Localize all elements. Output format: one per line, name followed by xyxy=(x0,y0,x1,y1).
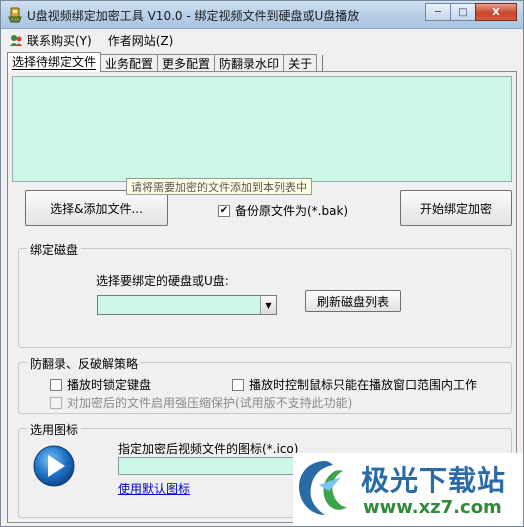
backup-label: 备份原文件为(*.bak) xyxy=(235,204,349,218)
title-bar[interactable]: U盘视频绑定加密工具 V10.0 - 绑定视频文件到硬盘或U盘播放 ─ □ X xyxy=(1,1,523,29)
tab-more-config-label: 更多配置 xyxy=(162,57,211,71)
compress-protect-checkbox xyxy=(50,396,62,409)
disk-select-label: 选择要绑定的硬盘或U盘: xyxy=(96,274,229,288)
file-list[interactable] xyxy=(12,76,512,182)
limit-mouse-option[interactable]: 播放时控制鼠标只能在播放窗口范围内工作 xyxy=(232,376,477,393)
backup-option[interactable]: ✔ 备份原文件为(*.bak) xyxy=(218,202,348,219)
main-window: U盘视频绑定加密工具 V10.0 - 绑定视频文件到硬盘或U盘播放 ─ □ X … xyxy=(0,0,524,527)
tab-watermark-label: 防翻录水印 xyxy=(219,57,280,71)
watermark-url: www.xz7.com xyxy=(363,497,502,518)
tab-select-files[interactable]: 选择待绑定文件 xyxy=(7,52,102,72)
tab-about-label: 关于 xyxy=(288,57,313,71)
menu-bar: 联系购买(Y) 作者网站(Z) xyxy=(1,30,523,50)
file-list-tooltip: 请将需要加密的文件添加到本列表中 xyxy=(126,178,312,195)
tab-watermark[interactable]: 防翻录水印 xyxy=(214,54,285,72)
aurora-logo-icon xyxy=(299,461,347,515)
tab-bar: 选择待绑定文件 业务配置 更多配置 防翻录水印 关于 xyxy=(7,52,324,72)
watermark-title: 极光下载站 xyxy=(361,464,507,497)
bind-disk-title: 绑定磁盘 xyxy=(27,241,82,258)
tab-select-files-label: 选择待绑定文件 xyxy=(12,55,97,70)
app-icon xyxy=(8,7,22,23)
use-default-icon-link[interactable]: 使用默认图标 xyxy=(118,480,190,497)
tab-business-config[interactable]: 业务配置 xyxy=(100,54,159,72)
menu-contact-purchase[interactable]: 联系购买(Y) xyxy=(1,30,100,50)
close-button[interactable]: X xyxy=(475,3,517,21)
minimize-button[interactable]: ─ xyxy=(425,3,451,21)
menu-author-label: 作者网站(Z) xyxy=(107,33,174,48)
tab-more-config[interactable]: 更多配置 xyxy=(157,54,216,72)
tab-about[interactable]: 关于 xyxy=(283,54,318,72)
compress-protect-option: 对加密后的文件启用强压缩保护(试用版不支持此功能) xyxy=(50,394,352,411)
start-encrypt-button[interactable]: 开始绑定加密 xyxy=(400,190,512,226)
tab-separator xyxy=(322,55,324,71)
limit-mouse-label: 播放时控制鼠标只能在播放窗口范围内工作 xyxy=(249,378,478,392)
lock-keyboard-label: 播放时锁定键盘 xyxy=(67,378,152,392)
lock-keyboard-option[interactable]: 播放时锁定键盘 xyxy=(50,376,151,393)
menu-contact-label: 联系购买(Y) xyxy=(27,33,92,48)
icon-path-label: 指定加密后视频文件的图标(*.ico) xyxy=(118,442,299,456)
lock-keyboard-checkbox[interactable] xyxy=(50,378,62,391)
menu-author-site[interactable]: 作者网站(Z) xyxy=(100,30,182,50)
disk-select[interactable]: ▼ xyxy=(97,295,277,315)
chevron-down-icon[interactable]: ▼ xyxy=(260,296,276,314)
compress-protect-label: 对加密后的文件启用强压缩保护(试用版不支持此功能) xyxy=(67,396,353,410)
icon-group-title: 选用图标 xyxy=(27,421,82,438)
site-watermark: 极光下载站 www.xz7.com xyxy=(293,453,523,526)
tab-business-config-label: 业务配置 xyxy=(105,57,154,71)
add-files-button[interactable]: 选择&添加文件... xyxy=(25,190,168,226)
backup-checkbox[interactable]: ✔ xyxy=(218,204,230,217)
contact-icon xyxy=(10,35,22,46)
play-icon[interactable] xyxy=(32,444,76,488)
window-controls: ─ □ X xyxy=(425,3,517,23)
anti-record-title: 防翻录、反破解策略 xyxy=(27,355,142,372)
limit-mouse-checkbox[interactable] xyxy=(232,378,244,391)
refresh-disks-button[interactable]: 刷新磁盘列表 xyxy=(305,290,401,312)
maximize-button[interactable]: □ xyxy=(450,3,476,21)
window-title: U盘视频绑定加密工具 V10.0 - 绑定视频文件到硬盘或U盘播放 xyxy=(27,9,360,23)
